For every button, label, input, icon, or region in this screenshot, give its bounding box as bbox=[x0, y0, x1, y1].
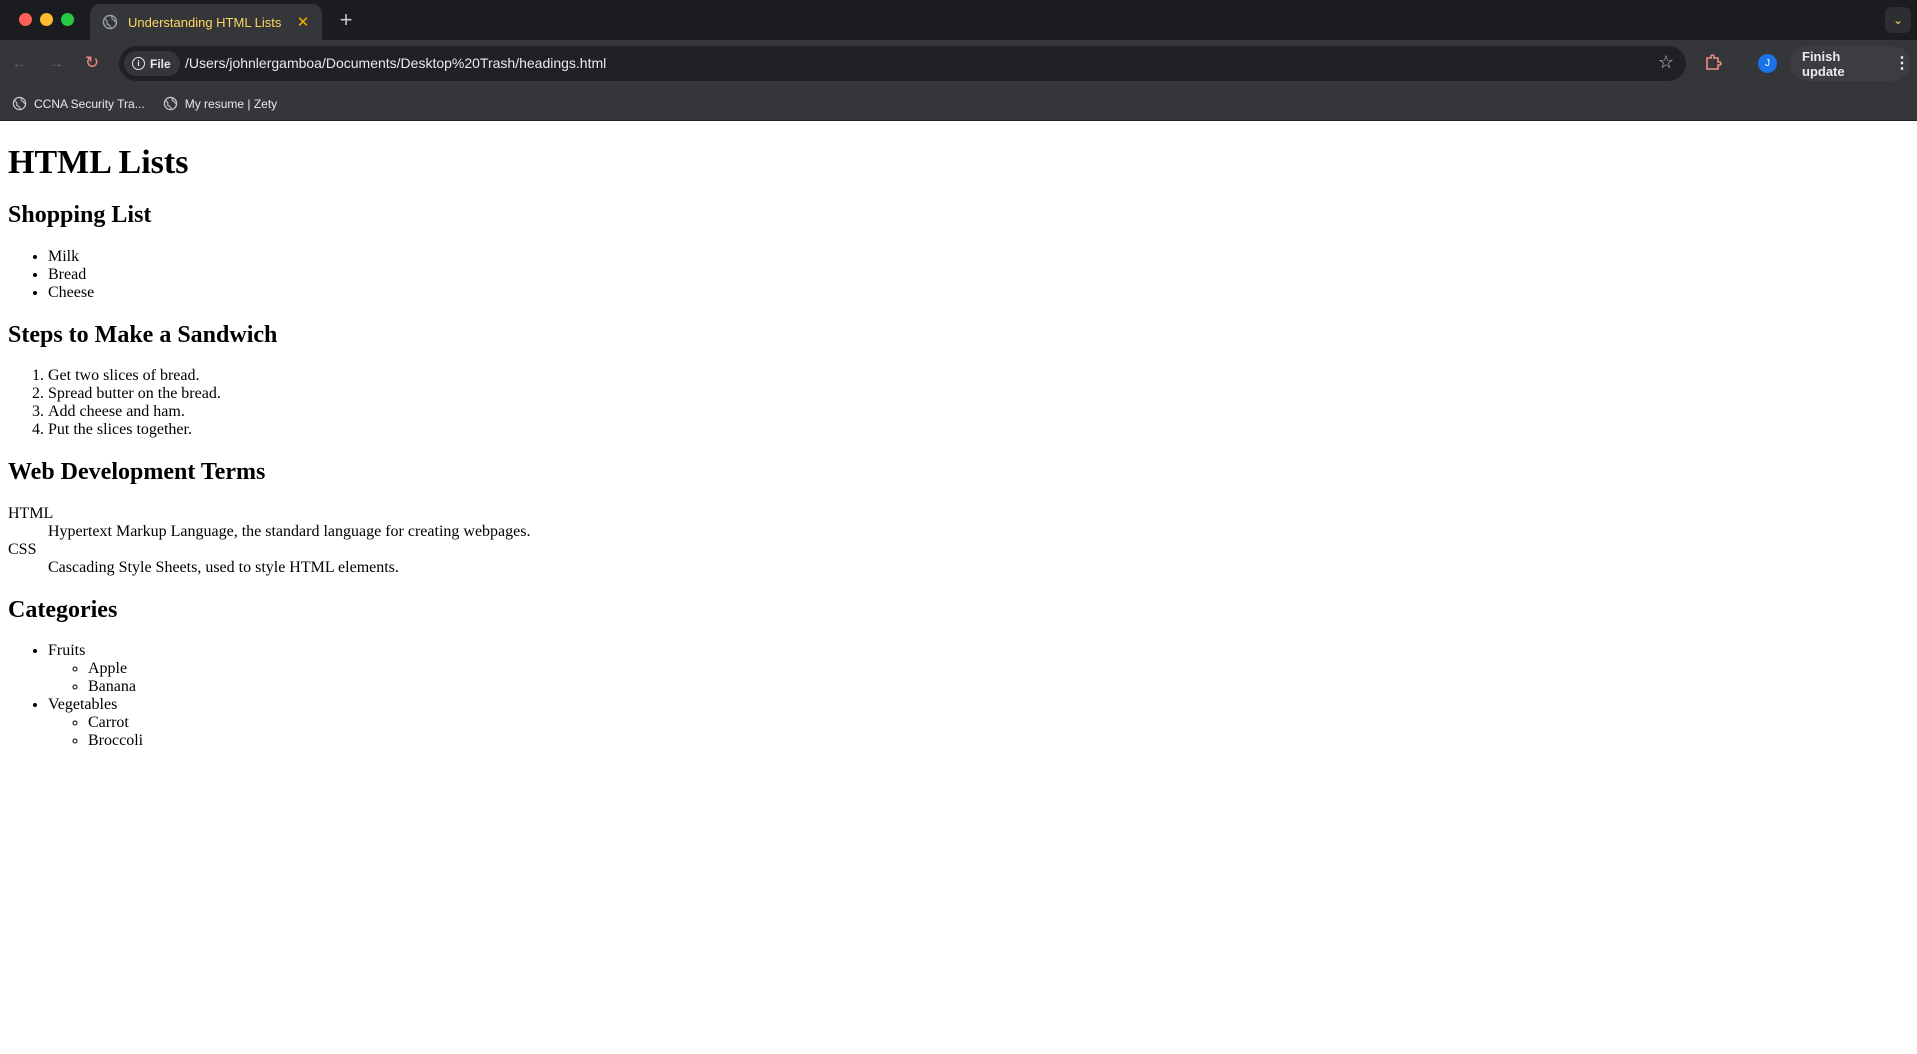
toolbar: ← → ↻ i File /Users/johnlergamboa/Docume… bbox=[0, 40, 1917, 87]
list-item: Broccoli bbox=[88, 732, 1909, 750]
page-title: HTML Lists bbox=[8, 144, 189, 181]
shopping-list-heading: Shopping List bbox=[8, 202, 152, 229]
term: HTML bbox=[8, 504, 54, 522]
web-terms-heading: Web Development Terms bbox=[8, 459, 266, 486]
bookmarks-bar: CCNA Security Tra... My resume | Zety bbox=[0, 87, 1917, 121]
sandwich-steps-list: Get two slices of bread. Spread butter o… bbox=[8, 367, 1909, 439]
definition: Cascading Style Sheets, used to style HT… bbox=[48, 558, 399, 576]
bookmark-star-icon[interactable]: ☆ bbox=[1658, 52, 1674, 73]
window-close-button[interactable] bbox=[19, 13, 32, 26]
list-item: Cheese bbox=[48, 284, 1909, 302]
bookmark-label: My resume | Zety bbox=[184, 96, 278, 111]
window-minimize-button[interactable] bbox=[40, 13, 53, 26]
address-bar[interactable]: i File /Users/johnlergamboa/Documents/De… bbox=[119, 46, 1686, 81]
definition: Hypertext Markup Language, the standard … bbox=[48, 522, 531, 540]
list-item: Add cheese and ham. bbox=[48, 403, 1909, 421]
bookmark-label: CCNA Security Tra... bbox=[34, 96, 145, 111]
extensions-puzzle-icon[interactable] bbox=[1704, 53, 1722, 71]
tab-active[interactable]: Understanding HTML Lists ✕ bbox=[90, 4, 322, 40]
window-controls bbox=[19, 13, 74, 26]
bookmark-item[interactable]: CCNA Security Tra... bbox=[12, 96, 145, 111]
page-content: HTML Lists Shopping List Milk Bread Chee… bbox=[0, 143, 1917, 750]
list-item: Carrot bbox=[88, 714, 1909, 732]
globe-icon bbox=[163, 96, 177, 111]
profile-avatar[interactable]: J bbox=[1758, 54, 1777, 73]
nested-list: Apple Banana bbox=[48, 660, 1909, 696]
tab-title: Understanding HTML Lists bbox=[128, 14, 282, 30]
globe-icon bbox=[12, 96, 27, 111]
web-terms-list: HTML Hypertext Markup Language, the stan… bbox=[8, 505, 1909, 577]
finish-update-label: Finish update bbox=[1802, 48, 1845, 79]
finish-update-button[interactable]: Finish update ⋮ bbox=[1790, 46, 1910, 81]
info-icon: i bbox=[132, 57, 145, 70]
bookmark-item[interactable]: My resume | Zety bbox=[163, 96, 277, 111]
term: CSS bbox=[8, 540, 37, 558]
list-item: Banana bbox=[88, 678, 1909, 696]
reload-icon[interactable]: ↻ bbox=[80, 51, 104, 75]
list-item: Spread butter on the bread. bbox=[48, 385, 1909, 403]
list-item: Bread bbox=[48, 266, 1909, 284]
categories-list: Fruits Apple Banana Vegetables Carrot Br… bbox=[8, 642, 1909, 750]
sandwich-steps-heading: Steps to Make a Sandwich bbox=[8, 321, 278, 348]
list-item: Put the slices together. bbox=[48, 421, 1909, 439]
category-name: Vegetables bbox=[48, 696, 118, 714]
list-item: Vegetables Carrot Broccoli bbox=[48, 696, 1909, 750]
list-item: Apple bbox=[88, 660, 1909, 678]
list-item: Fruits Apple Banana bbox=[48, 642, 1909, 696]
url-text[interactable]: /Users/johnlergamboa/Documents/Desktop%2… bbox=[185, 55, 606, 71]
site-info-chip[interactable]: i File bbox=[124, 51, 180, 76]
site-info-label: File bbox=[150, 56, 171, 71]
forward-arrow-icon[interactable]: → bbox=[44, 51, 68, 75]
browser-chrome: Understanding HTML Lists ✕ + ⌄ ← → ↻ i F… bbox=[0, 0, 1917, 121]
chevron-down-icon[interactable]: ⌄ bbox=[1885, 7, 1911, 33]
new-tab-button[interactable]: + bbox=[333, 8, 359, 34]
list-item: Milk bbox=[48, 248, 1909, 266]
back-arrow-icon[interactable]: ← bbox=[8, 51, 32, 75]
globe-icon bbox=[102, 14, 118, 30]
nested-list: Carrot Broccoli bbox=[48, 714, 1909, 750]
category-name: Fruits bbox=[48, 642, 86, 660]
close-icon[interactable]: ✕ bbox=[294, 13, 312, 31]
shopping-list: Milk Bread Cheese bbox=[8, 248, 1909, 302]
list-item: Get two slices of bread. bbox=[48, 367, 1909, 385]
window-maximize-button[interactable] bbox=[61, 13, 74, 26]
categories-heading: Categories bbox=[8, 596, 118, 623]
tab-strip: Understanding HTML Lists ✕ + ⌄ bbox=[0, 0, 1917, 40]
more-vert-icon: ⋮ bbox=[1894, 54, 1910, 72]
